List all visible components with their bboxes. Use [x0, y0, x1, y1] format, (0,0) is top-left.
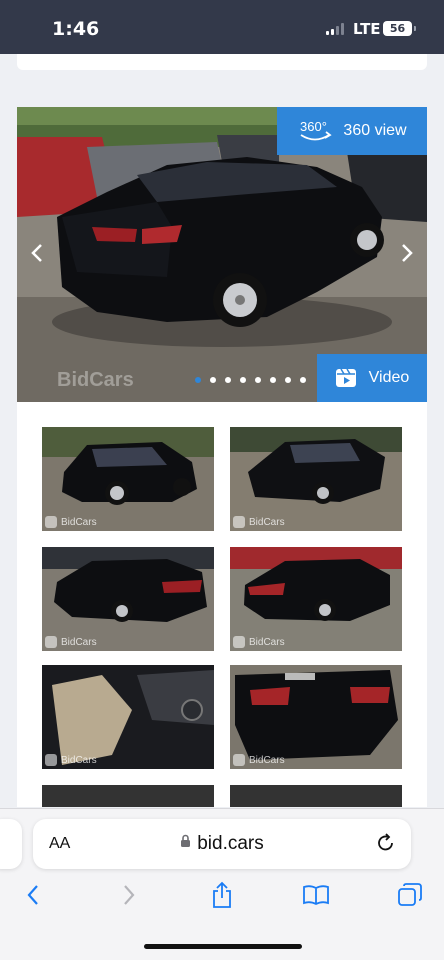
view-360-badge: 360° — [300, 119, 327, 134]
rotate-360-icon: 360° — [300, 119, 333, 141]
slide-dot[interactable] — [270, 377, 276, 383]
thumbnail-5[interactable]: BidCars — [42, 665, 214, 769]
watermark-text: BidCars — [57, 369, 134, 391]
video-button[interactable]: Video — [317, 354, 427, 402]
photo-gallery: BidCars 360° 360 view Video BidCars BidC… — [17, 107, 427, 807]
battery-icon: 56 — [383, 21, 416, 36]
thumbnail-2[interactable]: BidCars — [230, 427, 402, 531]
thumbnail-8[interactable] — [230, 785, 402, 807]
chevron-left-icon — [31, 244, 42, 262]
back-button[interactable] — [15, 877, 51, 913]
reload-button[interactable] — [375, 832, 397, 859]
chevron-right-icon — [402, 244, 413, 262]
share-button[interactable] — [204, 877, 240, 913]
previous-photo-button[interactable] — [25, 237, 49, 269]
reload-icon — [378, 833, 393, 851]
thumbnail-3[interactable]: BidCars — [42, 547, 214, 651]
slide-dot[interactable] — [225, 377, 231, 383]
slide-dot[interactable] — [210, 377, 216, 383]
share-icon — [213, 881, 231, 908]
forward-button[interactable] — [111, 877, 147, 913]
network-label: LTE — [353, 20, 381, 38]
video-label: Video — [368, 369, 410, 386]
next-photo-button[interactable] — [395, 237, 419, 269]
thumbnail-1[interactable]: BidCars — [42, 427, 214, 531]
previous-tab-pill[interactable] — [0, 819, 22, 869]
tabs-icon — [398, 883, 422, 906]
tabs-button[interactable] — [392, 877, 428, 913]
video-play-icon — [335, 368, 356, 387]
thumbnail-6[interactable]: BidCars — [230, 665, 402, 769]
book-icon — [303, 885, 329, 906]
url-display[interactable]: bid.cars — [33, 833, 411, 855]
status-time: 1:46 — [52, 18, 100, 40]
chevron-left-icon — [27, 885, 38, 905]
previous-card — [17, 54, 427, 70]
thumbnail-watermark: BidCars — [45, 636, 97, 648]
home-indicator — [144, 944, 302, 949]
slide-dot[interactable] — [255, 377, 261, 383]
main-photo[interactable]: BidCars 360° 360 view Video — [17, 107, 427, 402]
address-bar[interactable]: AA bid.cars — [33, 819, 411, 869]
signal-icon — [326, 23, 344, 35]
thumbnail-watermark: BidCars — [45, 754, 97, 766]
slide-indicator — [195, 377, 306, 383]
browser-bar: AA bid.cars — [0, 808, 444, 960]
thumbnail-4[interactable]: BidCars — [230, 547, 402, 651]
lock-icon — [181, 834, 191, 847]
thumbnail-watermark: BidCars — [45, 516, 97, 528]
view-360-label: 360 view — [343, 122, 407, 139]
view-360-button[interactable]: 360° 360 view — [277, 107, 427, 155]
slide-dot[interactable] — [285, 377, 291, 383]
bookmarks-button[interactable] — [298, 877, 334, 913]
thumbnail-watermark: BidCars — [233, 754, 285, 766]
url-text: bid.cars — [197, 833, 264, 854]
thumbnail-watermark: BidCars — [233, 636, 285, 648]
thumbnail-watermark: BidCars — [233, 516, 285, 528]
thumbnail-7[interactable] — [42, 785, 214, 807]
slide-dot[interactable] — [195, 377, 201, 383]
slide-dot[interactable] — [300, 377, 306, 383]
slide-dot[interactable] — [240, 377, 246, 383]
status-bar: 1:46 LTE 56 — [0, 0, 444, 54]
chevron-right-icon — [124, 885, 135, 905]
